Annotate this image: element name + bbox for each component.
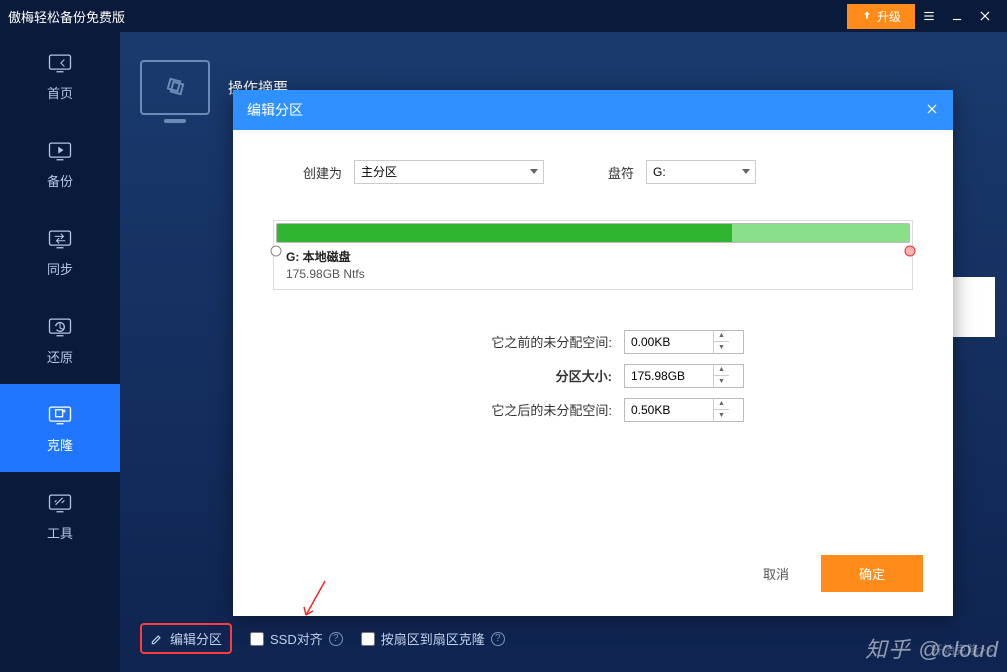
dialog-close-button[interactable]	[925, 102, 939, 119]
create-as-select[interactable]: 主分区	[354, 160, 544, 184]
ok-button[interactable]: 确定	[821, 555, 923, 592]
sidebar-item-tools[interactable]: 工具	[0, 472, 120, 560]
sector-clone-option[interactable]: 按扇区到扇区克隆 ?	[361, 629, 505, 648]
resize-handle-left[interactable]	[270, 245, 282, 257]
upload-icon	[861, 10, 873, 22]
edit-partition-option[interactable]: 编辑分区	[140, 623, 232, 654]
close-window-button[interactable]	[971, 2, 999, 30]
spin-down-icon[interactable]: ▼	[714, 342, 729, 353]
drive-letter-label: 盘符	[608, 163, 634, 182]
partition-size-label: 分区大小:	[442, 366, 612, 385]
spin-down-icon[interactable]: ▼	[714, 410, 729, 421]
edit-icon	[150, 632, 164, 646]
spin-down-icon[interactable]: ▼	[714, 376, 729, 387]
tools-icon	[46, 491, 74, 515]
help-icon[interactable]: ?	[491, 632, 505, 646]
spin-up-icon[interactable]: ▲	[714, 399, 729, 411]
sidebar-item-backup[interactable]: 备份	[0, 120, 120, 208]
space-before-input[interactable]: ▲▼	[624, 330, 744, 354]
close-icon	[978, 9, 992, 23]
monitor-icon	[140, 60, 210, 115]
space-after-label: 它之后的未分配空间:	[442, 400, 612, 419]
annotation-arrow	[300, 579, 330, 624]
ssd-align-option[interactable]: SSD对齐 ?	[250, 629, 343, 648]
sidebar-item-home[interactable]: 首页	[0, 32, 120, 120]
dialog-title: 编辑分区	[247, 100, 303, 120]
drive-letter-select[interactable]: G:	[646, 160, 756, 184]
start-clone-hint: 开始克隆>>	[931, 641, 993, 658]
upgrade-button[interactable]: 升级	[847, 4, 915, 29]
dialog-header: 编辑分区	[233, 90, 953, 130]
resize-handle-right[interactable]	[904, 245, 916, 257]
create-as-label: 创建为	[303, 163, 342, 182]
ssd-align-checkbox[interactable]	[250, 632, 264, 646]
spin-up-icon[interactable]: ▲	[714, 365, 729, 377]
disk-size: 175.98GB Ntfs	[286, 266, 910, 283]
sync-icon	[46, 227, 74, 251]
partition-size-bar[interactable]	[276, 223, 910, 243]
edit-partition-dialog: 编辑分区 创建为 主分区 盘符 G: G: 本地磁盘	[233, 90, 953, 616]
minimize-button[interactable]	[943, 2, 971, 30]
sidebar-item-restore[interactable]: 还原	[0, 296, 120, 384]
disk-name: G: 本地磁盘	[286, 249, 910, 266]
cancel-button[interactable]: 取消	[751, 556, 801, 591]
partition-size-input[interactable]: ▲▼	[624, 364, 744, 388]
home-icon	[46, 51, 74, 75]
bottom-options: 编辑分区 SSD对齐 ? 按扇区到扇区克隆 ?	[140, 623, 505, 654]
menu-icon	[922, 9, 936, 23]
close-icon	[925, 102, 939, 116]
restore-icon	[46, 315, 74, 339]
spin-up-icon[interactable]: ▲	[714, 331, 729, 343]
sector-clone-checkbox[interactable]	[361, 632, 375, 646]
menu-button[interactable]	[915, 2, 943, 30]
space-before-label: 它之前的未分配空间:	[442, 332, 612, 351]
main-area: 操作摘要 编辑分区 创建为 主分区 盘符 G:	[120, 32, 1007, 672]
sidebar-item-sync[interactable]: 同步	[0, 208, 120, 296]
disk-visual-frame: G: 本地磁盘 175.98GB Ntfs	[273, 220, 913, 290]
sidebar-item-clone[interactable]: 克隆	[0, 384, 120, 472]
space-after-input[interactable]: ▲▼	[624, 398, 744, 422]
clone-icon	[46, 403, 74, 427]
sidebar: 首页 备份 同步 还原 克隆 工具	[0, 32, 120, 672]
titlebar: 傲梅轻松备份免费版 升级	[0, 0, 1007, 32]
minimize-icon	[950, 9, 964, 23]
app-title: 傲梅轻松备份免费版	[8, 7, 125, 26]
backup-icon	[46, 139, 74, 163]
help-icon[interactable]: ?	[329, 632, 343, 646]
